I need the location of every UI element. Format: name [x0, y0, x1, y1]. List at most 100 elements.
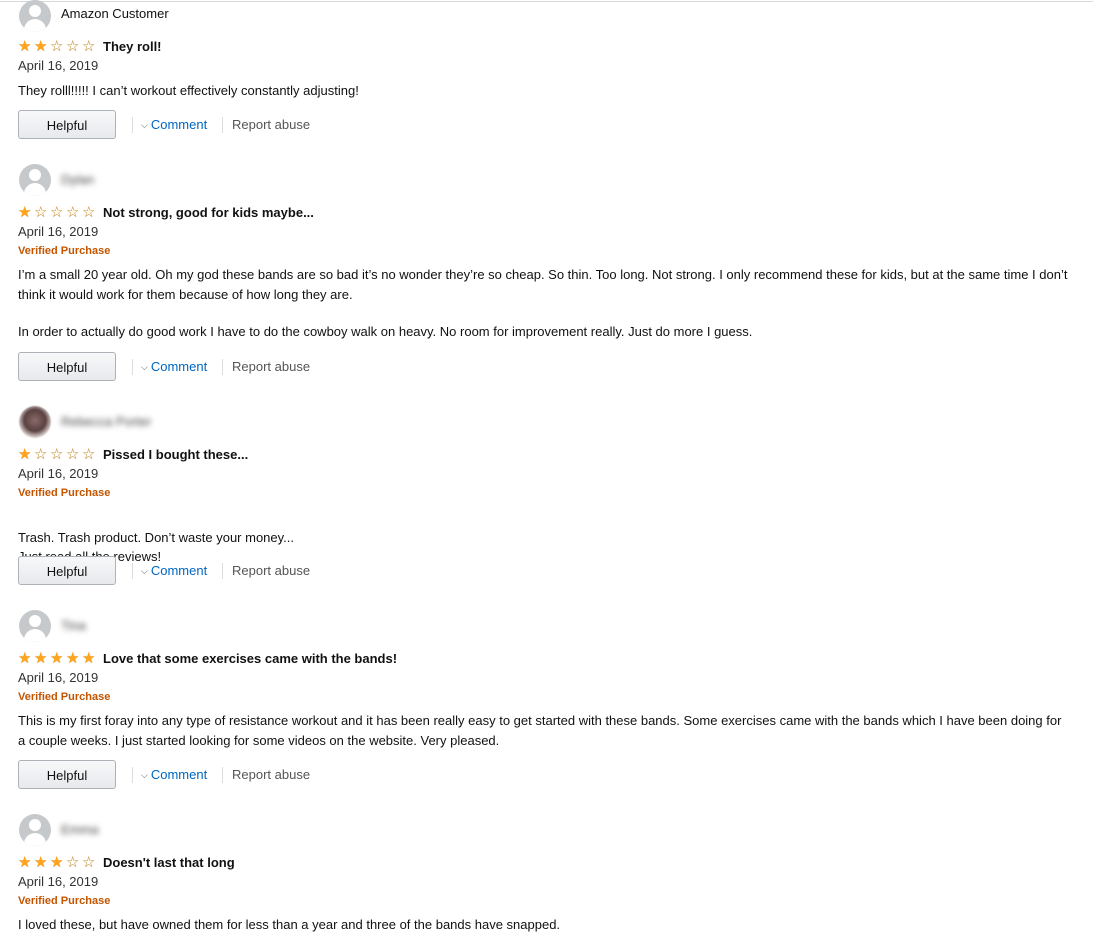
comment-label: Comment	[150, 359, 208, 374]
star-filled-icon: ★	[50, 650, 64, 667]
verified-purchase-badge: Verified Purchase	[18, 895, 111, 907]
divider	[132, 359, 133, 375]
review-date: April 16, 2019	[18, 874, 99, 889]
star-empty-icon: ☆	[50, 446, 64, 463]
helpful-button[interactable]: Helpful	[18, 556, 116, 585]
verified-purchase-badge: Verified Purchase	[18, 245, 111, 257]
review-card: Tina ★ ★ ★ ★ ★ Love that some exercises came…	[18, 610, 1078, 795]
avatar	[19, 164, 51, 196]
star-filled-icon: ★	[50, 854, 64, 871]
comment-link[interactable]: ⌵ Comment	[141, 117, 207, 132]
helpful-button[interactable]: Helpful	[18, 352, 116, 381]
divider	[132, 563, 133, 579]
chevron-down-icon: ⌵	[141, 362, 148, 372]
star-empty-icon: ☆	[50, 38, 64, 55]
review-body: This is my first foray into any type of …	[18, 711, 1068, 750]
comment-link[interactable]: ⌵ Comment	[141, 563, 207, 578]
star-filled-icon: ★	[82, 650, 96, 667]
chevron-down-icon: ⌵	[141, 770, 148, 780]
review-title[interactable]: Love that some exercises came with the b…	[103, 651, 397, 667]
star-filled-icon: ★	[18, 446, 32, 463]
star-filled-icon: ★	[34, 854, 48, 871]
chevron-down-icon: ⌵	[141, 120, 148, 130]
divider	[222, 359, 223, 375]
review-actions: Helpful ⌵ Comment Report abuse	[18, 760, 418, 791]
review-date: April 16, 2019	[18, 58, 99, 73]
helpful-button[interactable]: Helpful	[18, 110, 116, 139]
comment-label: Comment	[150, 767, 208, 782]
star-filled-icon: ★	[18, 38, 32, 55]
review-date: April 16, 2019	[18, 466, 99, 481]
review-card: Amazon Customer ★ ★ ☆ ☆ ☆ They roll! April 1…	[18, 0, 1078, 145]
reviewer-name: Dylan	[61, 172, 95, 187]
review-body: I loved these, but have owned them for l…	[18, 915, 1068, 935]
reviewer-name: Tina	[61, 618, 86, 633]
star-rating[interactable]: ★ ★ ☆ ☆ ☆	[18, 39, 98, 55]
divider	[222, 767, 223, 783]
report-abuse-link[interactable]: Report abuse	[232, 563, 310, 578]
star-rating[interactable]: ★ ☆ ☆ ☆ ☆	[18, 447, 98, 463]
review-date: April 16, 2019	[18, 224, 99, 239]
star-filled-icon: ★	[34, 38, 48, 55]
star-empty-icon: ☆	[66, 204, 80, 221]
comment-label: Comment	[150, 563, 208, 578]
star-empty-icon: ☆	[66, 38, 80, 55]
star-filled-icon: ★	[18, 204, 32, 221]
star-empty-icon: ☆	[50, 204, 64, 221]
review-body: They rolll!!!!! I can’t workout effectiv…	[18, 81, 1068, 101]
review-paragraph: I’m a small 20 year old. Oh my god these…	[18, 267, 1068, 302]
report-abuse-link[interactable]: Report abuse	[232, 117, 310, 132]
star-filled-icon: ★	[18, 650, 32, 667]
review-card: Dylan ★ ☆ ☆ ☆ ☆ Not strong, good for kids ma…	[18, 164, 1078, 384]
star-empty-icon: ☆	[34, 446, 48, 463]
avatar	[19, 610, 51, 642]
review-title[interactable]: Not strong, good for kids maybe...	[103, 205, 314, 221]
review-actions: Helpful ⌵ Comment Report abuse	[18, 556, 418, 587]
verified-purchase-badge: Verified Purchase	[18, 691, 111, 703]
star-rating[interactable]: ★ ★ ★ ★ ★	[18, 651, 98, 667]
reviewer-name: Rebecca Porter	[61, 414, 152, 429]
comment-label: Comment	[150, 117, 208, 132]
star-empty-icon: ☆	[66, 446, 80, 463]
comment-link[interactable]: ⌵ Comment	[141, 359, 207, 374]
comment-link[interactable]: ⌵ Comment	[141, 767, 207, 782]
star-empty-icon: ☆	[82, 446, 96, 463]
review-card: Rebecca Porter ★ ☆ ☆ ☆ ☆ Pissed I bought the…	[18, 406, 1078, 591]
review-card: Emma ★ ★ ★ ☆ ☆ Doesn't last that long April …	[18, 814, 1078, 936]
review-title[interactable]: Doesn't last that long	[103, 855, 235, 871]
avatar	[19, 406, 51, 438]
report-abuse-link[interactable]: Report abuse	[232, 359, 310, 374]
star-rating[interactable]: ★ ☆ ☆ ☆ ☆	[18, 205, 98, 221]
divider	[222, 563, 223, 579]
star-filled-icon: ★	[34, 650, 48, 667]
star-empty-icon: ☆	[82, 38, 96, 55]
helpful-button[interactable]: Helpful	[18, 760, 116, 789]
review-title[interactable]: They roll!	[103, 39, 162, 55]
avatar	[19, 0, 51, 32]
star-empty-icon: ☆	[34, 204, 48, 221]
star-filled-icon: ★	[66, 650, 80, 667]
review-title[interactable]: Pissed I bought these...	[103, 447, 248, 463]
star-empty-icon: ☆	[82, 854, 96, 871]
review-body: I’m a small 20 year old. Oh my god these…	[18, 265, 1068, 342]
review-paragraph: This is my first foray into any type of …	[18, 713, 1062, 748]
review-actions: Helpful ⌵ Comment Report abuse	[18, 110, 418, 141]
star-rating[interactable]: ★ ★ ★ ☆ ☆	[18, 855, 98, 871]
verified-purchase-badge: Verified Purchase	[18, 487, 111, 499]
divider	[222, 117, 223, 133]
star-filled-icon: ★	[18, 854, 32, 871]
reviewer-name: Emma	[61, 822, 99, 837]
star-empty-icon: ☆	[66, 854, 80, 871]
review-paragraph: I loved these, but have owned them for l…	[18, 917, 561, 932]
review-actions: Helpful ⌵ Comment Report abuse	[18, 352, 418, 383]
chevron-down-icon: ⌵	[141, 566, 148, 576]
report-abuse-link[interactable]: Report abuse	[232, 767, 310, 782]
divider	[132, 767, 133, 783]
reviewer-name: Amazon Customer	[61, 6, 169, 21]
avatar	[19, 814, 51, 846]
star-empty-icon: ☆	[82, 204, 96, 221]
review-paragraph: In order to actually do good work I have…	[18, 324, 753, 339]
review-paragraph: They rolll!!!!! I can’t workout effectiv…	[18, 83, 359, 98]
divider	[132, 117, 133, 133]
review-date: April 16, 2019	[18, 670, 99, 685]
